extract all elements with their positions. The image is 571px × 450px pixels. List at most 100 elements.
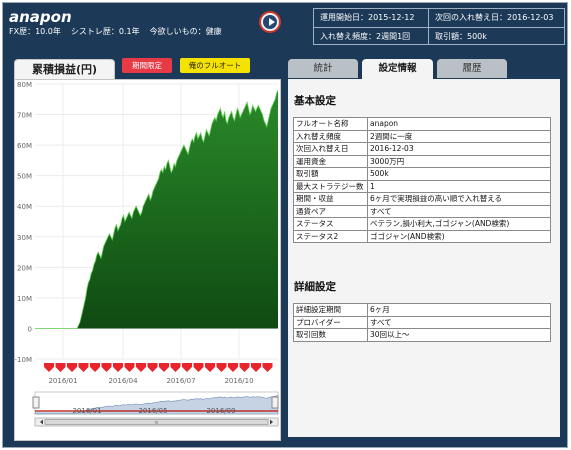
y-tick-label: 30M — [17, 234, 32, 242]
table-row: 運用資金 3000万円 — [293, 154, 551, 168]
setting-value: 6ヶ月 — [367, 303, 551, 317]
setting-key: ステータス — [293, 217, 368, 231]
navigator-label: 2016/05 — [138, 407, 167, 415]
setting-key: 最大ストラテジー数 — [293, 179, 368, 193]
navigator-handle[interactable] — [271, 396, 279, 409]
swap-marker — [78, 363, 89, 372]
y-tick-label: 10M — [17, 295, 32, 303]
swap-marker — [251, 363, 261, 372]
x-tick-label: 2016/07 — [166, 377, 195, 385]
swap-marker — [44, 363, 54, 372]
x-tick-label: 2016/10 — [224, 377, 253, 385]
setting-value: 30回以上～ — [367, 328, 551, 342]
setting-value: すべて — [367, 204, 551, 218]
table-row: フルオート名称 anapon — [293, 117, 551, 131]
table-row: ステータス ベテラン,損小利大,ゴゴジャン(AND検索) — [293, 217, 551, 231]
setting-value: 2週間に一度 — [367, 129, 551, 143]
table-row: 期間・収益 6ヶ月で実現損益の高い順で入れ替える — [293, 192, 551, 206]
swap-marker — [228, 363, 238, 372]
y-tick-label: 50M — [17, 173, 32, 181]
y-tick-label: 70M — [17, 112, 32, 120]
period-limited-button[interactable]: 期間限定 — [122, 58, 172, 73]
tab-settings[interactable]: 設定情報 — [362, 59, 433, 79]
detail-settings-title: 詳細設定 — [294, 281, 336, 293]
play-icon[interactable] — [259, 11, 281, 33]
tab-history[interactable]: 履歴 — [437, 59, 507, 78]
setting-value: すべて — [367, 315, 551, 329]
basic-settings-title: 基本設定 — [294, 95, 336, 107]
swap-marker — [90, 363, 100, 372]
setting-value: 500k — [367, 167, 551, 181]
swap-marker — [205, 363, 215, 372]
swap-marker — [113, 363, 123, 372]
swap-marker — [216, 363, 227, 372]
table-row: 通貨ペア すべて — [293, 204, 551, 218]
tab-cumulative-pnl[interactable]: 累積損益(円) — [14, 59, 115, 79]
table-row: 最大ストラテジー数 1 — [293, 179, 551, 193]
table-row: 取引回数 30回以上～ — [293, 328, 551, 342]
swap-marker — [159, 363, 169, 372]
swap-marker — [182, 363, 192, 372]
navigator-label: 2016/09 — [206, 407, 235, 415]
setting-key: 取引回数 — [293, 328, 368, 342]
setting-key: 詳細設定期間 — [293, 303, 368, 317]
user-name[interactable]: anapon — [9, 8, 72, 26]
y-tick-label: 0 — [28, 325, 32, 333]
swap-marker — [193, 363, 204, 372]
my-fullauto-button[interactable]: 俺のフルオート — [180, 58, 250, 73]
setting-key: プロバイダー — [293, 315, 368, 329]
swap-marker — [239, 363, 250, 372]
y-tick-label: -10M — [15, 356, 32, 364]
tab-stats[interactable]: 統計 — [288, 59, 358, 78]
setting-key: 期間・収益 — [293, 192, 368, 206]
y-tick-label: 40M — [17, 203, 32, 211]
setting-value: 3000万円 — [367, 154, 551, 168]
profile-info: FX歴：10.0年 シストレ歴：0.1年 今欲しいもの：健康 — [9, 26, 232, 37]
swap-marker — [101, 363, 112, 372]
setting-value: 2016-12-03 — [367, 142, 551, 156]
setting-key: 次回入れ替え日 — [293, 142, 368, 156]
table-row: 詳細設定期間 6ヶ月 — [293, 303, 551, 317]
setting-value: 1 — [367, 179, 551, 193]
table-row: ステータス2 ゴゴジャン(AND検索) — [293, 229, 551, 243]
table-row: 入れ替え頻度 2週間に一度 — [293, 129, 551, 143]
table-row: 次回入れ替え日 2016-12-03 — [293, 142, 551, 156]
summary-box: 運用開始日：2015-12-12 次回の入れ替え日：2016-12-03 入れ替… — [313, 8, 565, 45]
wanted-item: 今欲しいもの：健康 — [149, 27, 222, 36]
y-tick-label: 80M — [17, 81, 32, 89]
swap-marker — [170, 363, 181, 372]
setting-key: 通貨ペア — [293, 204, 368, 218]
next-swap-date: 次回の入れ替え日：2016-12-03 — [435, 13, 554, 22]
swap-marker — [136, 363, 146, 372]
setting-key: 入れ替え頻度 — [293, 129, 368, 143]
setting-key: 取引額 — [293, 167, 368, 181]
swap-marker — [147, 363, 158, 372]
setting-value: ゴゴジャン(AND検索) — [367, 229, 551, 243]
swap-marker — [262, 363, 273, 372]
setting-key: ステータス2 — [293, 229, 368, 243]
settings-panel: 基本設定 フルオート名称 anapon 入れ替え頻度 2週間に一度 次回入れ替え日 201… — [288, 79, 560, 437]
y-tick-label: 20M — [17, 264, 32, 272]
swap-marker — [55, 363, 66, 372]
fx-years: FX歴：10.0年 — [9, 27, 61, 36]
setting-value: ベテラン,損小利大,ゴゴジャン(AND検索) — [367, 217, 551, 231]
chart-panel: 80M 70M 60M 50M 40M 30M 20M 10M 0 -10M 2016/01 201… — [14, 79, 281, 441]
table-row: プロバイダー すべて — [293, 315, 551, 329]
swap-frequency: 入れ替え頻度：2週間1回 — [320, 32, 411, 41]
swap-marker — [124, 363, 135, 372]
start-date: 運用開始日：2015-12-12 — [320, 13, 415, 22]
navigator-handle[interactable] — [32, 396, 40, 409]
setting-key: フルオート名称 — [293, 117, 368, 131]
x-tick-label: 2016/01 — [48, 377, 77, 385]
x-tick-label: 2016/04 — [108, 377, 138, 385]
pnl-chart: 80M 70M 60M 50M 40M 30M 20M 10M 0 -10M 2016/01 201… — [15, 81, 279, 427]
systrade-years: シストレ歴：0.1年 — [70, 27, 140, 36]
navigator-label: 2016/01 — [72, 407, 101, 415]
setting-value: 6ヶ月で実現損益の高い順で入れ替える — [367, 192, 551, 206]
detail-settings-table: 詳細設定期間 6ヶ月 プロバイダー すべて 取引回数 30回以上～ — [293, 303, 551, 342]
swap-marker — [67, 363, 77, 372]
y-tick-label: 60M — [17, 142, 32, 150]
trade-amount: 取引額：500k — [435, 32, 487, 41]
scroll-grip-icon: ≡ — [154, 420, 158, 426]
basic-settings-table: フルオート名称 anapon 入れ替え頻度 2週間に一度 次回入れ替え日 2016-12-… — [293, 117, 551, 243]
